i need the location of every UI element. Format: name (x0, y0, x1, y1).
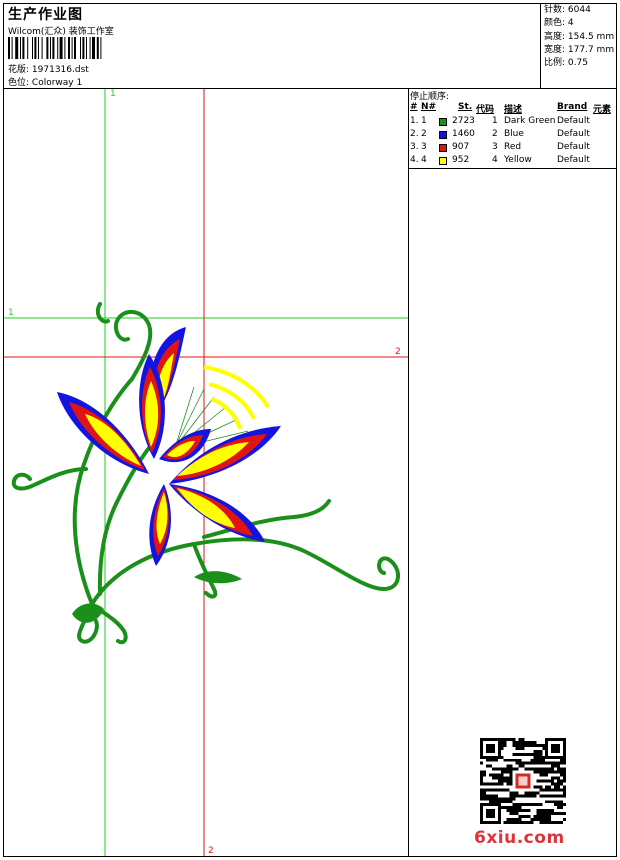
stop-sequence-title: 停止顺序: (410, 92, 450, 102)
col-n: N# (421, 102, 437, 112)
green-horizontal-label: 1 (8, 308, 14, 318)
row-index: 3. (410, 142, 419, 152)
row-index: 2. (410, 129, 419, 139)
colorway-value: Colorway 1 (31, 78, 83, 88)
row-description: Red (504, 142, 522, 152)
page-title: 生产作业图 (8, 7, 83, 23)
col-code: 代码 (476, 105, 495, 115)
red-vertical-label: 2 (208, 846, 214, 856)
brand-logo: 6xiu.com (474, 828, 565, 848)
studio-name: Wilcom(汇众) 装饰工作室 (8, 27, 114, 37)
row-stitches: 2723 (452, 116, 475, 126)
design-canvas: 1 1 2 2 (4, 89, 408, 856)
row-brand: Default (557, 155, 590, 165)
color-swatch (439, 131, 447, 139)
row-code: 4 (492, 155, 498, 165)
stamen-yellow (203, 365, 270, 430)
green-vertical-label: 1 (110, 89, 116, 99)
row-description: Dark Green (504, 116, 556, 126)
color-swatch (439, 157, 447, 165)
row-brand: Default (557, 129, 590, 139)
row-code: 2 (492, 129, 498, 139)
row-stitches: 907 (452, 142, 470, 152)
row-code: 3 (492, 142, 498, 152)
design-value: 1971316.dst (31, 65, 89, 75)
red-horizontal-label: 2 (395, 347, 401, 357)
color-swatch (439, 144, 447, 152)
design-label: 花版: (8, 65, 30, 75)
row-n: 1 (421, 116, 427, 126)
col-index: # (410, 102, 418, 112)
petal-bottom (149, 484, 171, 566)
stat-height: 高度: 154.5 mm (544, 32, 615, 42)
row-index: 4. (410, 155, 419, 165)
row-n: 3 (421, 142, 427, 152)
barcode (8, 37, 102, 59)
col-stitches: St. (458, 102, 473, 112)
embroidery-design (4, 89, 408, 856)
col-element: 元素 (593, 105, 612, 115)
row-brand: Default (557, 142, 590, 152)
row-code: 1 (492, 116, 498, 126)
stat-stitches: 针数: 6044 (544, 5, 591, 15)
row-brand: Default (557, 116, 590, 126)
col-brand: Brand (557, 102, 588, 112)
row-index: 1. (410, 116, 419, 126)
stat-colors: 颜色: 4 (544, 18, 574, 28)
design-file-line: 花版: 1971316.dst (8, 62, 89, 75)
row-n: 2 (421, 129, 427, 139)
row-stitches: 1460 (452, 129, 475, 139)
stat-scale: 比例: 0.75 (544, 58, 588, 68)
col-description: 描述 (504, 105, 523, 115)
petal-left (57, 392, 149, 474)
colorway-line: 色位: Colorway 1 (8, 75, 82, 88)
row-n: 4 (421, 155, 427, 165)
colorway-label: 色位: (8, 78, 30, 88)
row-description: Blue (504, 129, 524, 139)
qr-code (480, 738, 566, 824)
row-description: Yellow (504, 155, 532, 165)
stat-width: 宽度: 177.7 mm (544, 45, 615, 55)
color-swatch (439, 118, 447, 126)
panel-separator (408, 89, 409, 856)
row-stitches: 952 (452, 155, 470, 165)
